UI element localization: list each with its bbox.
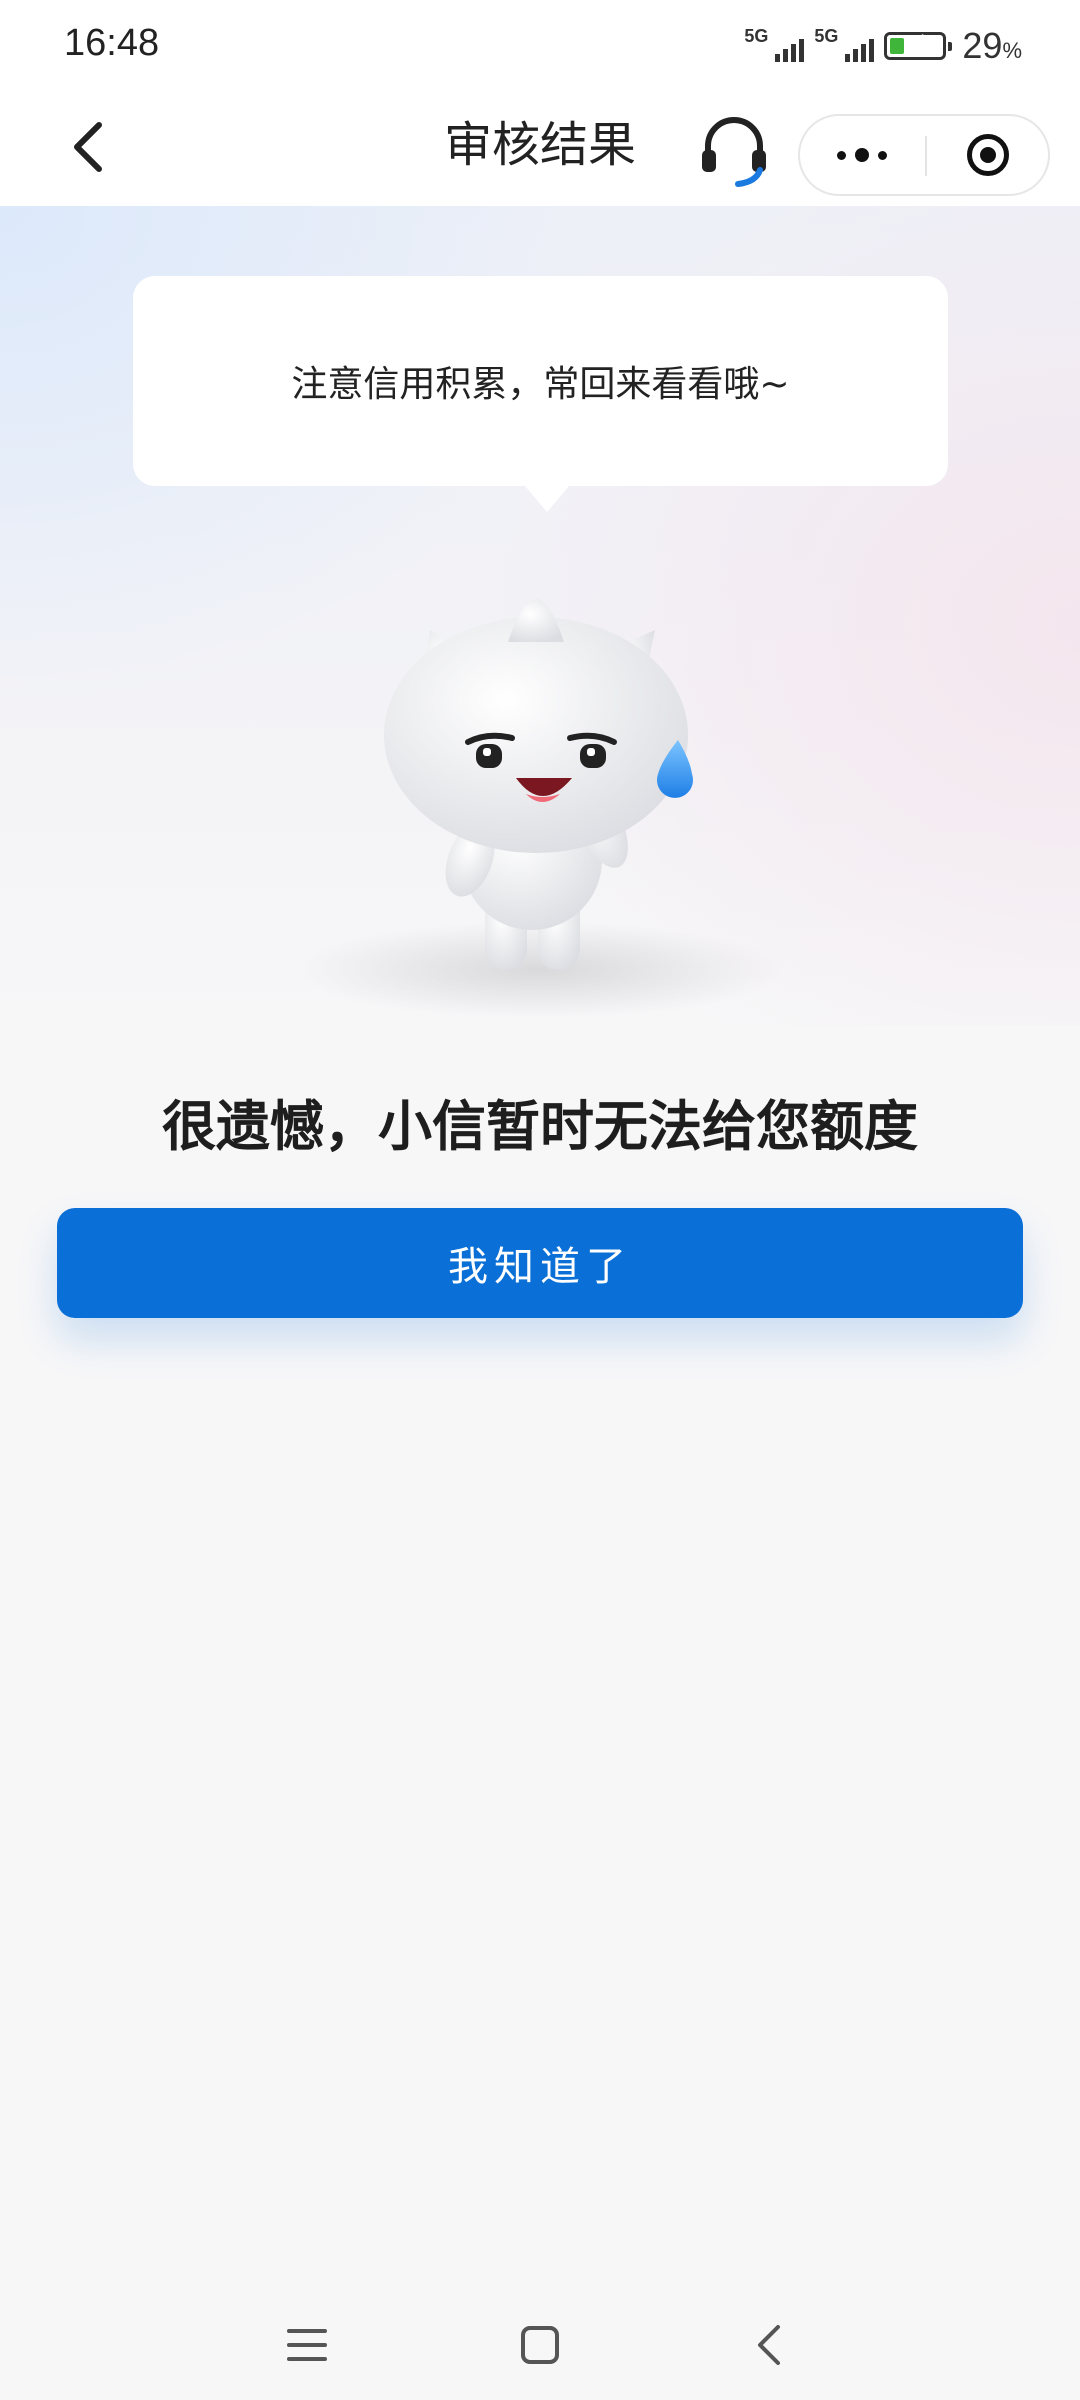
bubble-text: 注意信用积累，常回来看看哦~ — [291, 364, 790, 405]
capsule-divider — [925, 136, 927, 176]
system-back-button[interactable] — [735, 2310, 805, 2380]
cat-mascot-sweat-icon — [295, 599, 785, 1018]
more-button[interactable] — [800, 116, 924, 194]
mascot-illustration — [280, 560, 800, 1030]
home-square-icon — [521, 2326, 559, 2364]
customer-service-button[interactable] — [694, 110, 774, 190]
status-bar: 16:48 5G 5G ⚡ 29% — [0, 0, 1080, 92]
chevron-left-icon — [74, 122, 102, 172]
back-button[interactable] — [54, 112, 124, 182]
back-triangle-icon — [758, 2325, 780, 2365]
target-circle-icon — [967, 134, 1009, 176]
status-icons: 5G 5G ⚡ 29% — [744, 24, 1022, 68]
headset-icon — [702, 117, 766, 187]
speech-bubble: 注意信用积累，常回来看看哦~ — [133, 276, 948, 512]
signal-icon: 5G — [814, 26, 875, 66]
network-type-2: 5G — [814, 26, 839, 46]
menu-icon — [287, 2329, 327, 2361]
got-it-button[interactable]: 我知道了 — [57, 1208, 1023, 1318]
mini-program-capsule — [798, 114, 1050, 196]
network-type-1: 5G — [744, 26, 769, 46]
status-time: 16:48 — [64, 22, 160, 64]
battery-percent: 29% — [962, 25, 1022, 66]
battery-icon: ⚡ — [884, 31, 953, 60]
close-mini-program-button[interactable] — [928, 116, 1048, 194]
recent-apps-button[interactable] — [272, 2310, 342, 2380]
system-nav-bar — [0, 2280, 1080, 2400]
signal-icon: 5G — [744, 26, 805, 66]
home-button[interactable] — [505, 2310, 575, 2380]
result-headline: 很遗憾，小信暂时无法给您额度 — [162, 1095, 918, 1158]
more-dots-icon — [837, 150, 846, 160]
page-title: 审核结果 — [443, 117, 636, 173]
title-bar: 审核结果 — [0, 92, 1080, 206]
